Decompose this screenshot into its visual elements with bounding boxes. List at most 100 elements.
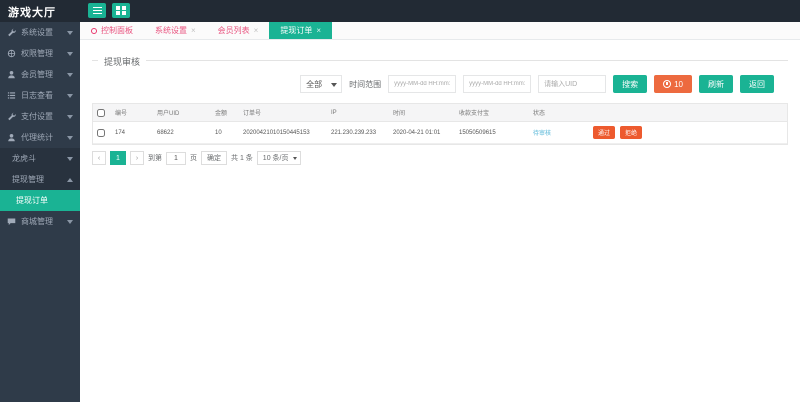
sidebar-item-agent-stats[interactable]: 代理统计 xyxy=(0,127,80,148)
chevron-down-icon xyxy=(293,157,297,160)
sidebar-item-label: 会员管理 xyxy=(21,69,53,80)
tab-label: 会员列表 xyxy=(218,25,250,36)
goto-confirm-button[interactable]: 确定 xyxy=(201,151,227,165)
sidebar-item-members[interactable]: 会员管理 xyxy=(0,64,80,85)
sidebar-item-mall-management[interactable]: 商城管理 xyxy=(0,211,80,232)
sidebar: 系统设置 权限管理 会员管理 日志查看 支付设置 代理统计 龙虎斗 提现管理 提… xyxy=(0,22,80,402)
topbar: 游戏大厅 xyxy=(0,0,800,22)
row-checkbox[interactable] xyxy=(97,129,105,137)
menu-icon xyxy=(93,7,102,15)
reject-button[interactable]: 拒绝 xyxy=(620,126,642,139)
close-icon[interactable] xyxy=(316,27,321,35)
user-icon xyxy=(7,133,17,143)
time-range-label: 时间范围 xyxy=(349,79,381,90)
chevron-down-icon xyxy=(67,73,73,77)
sidebar-item-label: 龙虎斗 xyxy=(12,153,36,164)
col-header-id: 编号 xyxy=(111,104,153,121)
table-header-row: 编号 用户UID 金额 订单号 IP 时间 收款支付宝 状态 xyxy=(93,104,787,122)
sidebar-toggle-button[interactable] xyxy=(88,3,106,18)
filter-bar: 全部 时间范围 搜索 10 刷新 返回 xyxy=(92,75,774,93)
sidebar-item-withdraw-orders[interactable]: 提现订单 xyxy=(0,190,80,211)
chevron-down-icon xyxy=(67,31,73,35)
sidebar-item-longhudou[interactable]: 龙虎斗 xyxy=(0,148,80,169)
refresh-button[interactable]: 刷新 xyxy=(699,75,733,93)
fullscreen-button[interactable] xyxy=(112,3,130,18)
date-from-input[interactable] xyxy=(388,75,456,93)
total-count-label: 共 1 条 xyxy=(231,153,253,163)
sidebar-item-label: 提现管理 xyxy=(12,174,44,185)
chevron-down-icon xyxy=(67,94,73,98)
tab-label: 提现订单 xyxy=(280,25,312,36)
wrench-icon xyxy=(7,112,17,122)
status-select[interactable]: 全部 xyxy=(300,75,342,93)
prev-page-button[interactable] xyxy=(92,151,106,165)
cell-uid: 68622 xyxy=(153,126,211,140)
col-header-ip: IP xyxy=(327,106,389,120)
status-badge: 待审核 xyxy=(529,124,589,141)
user-icon xyxy=(7,70,17,80)
chevron-down-icon xyxy=(67,220,73,224)
tab-system-settings[interactable]: 系统设置 xyxy=(144,22,207,39)
auto-refresh-countdown-button[interactable]: 10 xyxy=(654,75,692,93)
col-header-status: 状态 xyxy=(529,104,589,121)
sidebar-item-label: 支付设置 xyxy=(21,111,53,122)
date-to-input[interactable] xyxy=(463,75,531,93)
approve-button[interactable]: 通过 xyxy=(593,126,615,139)
tab-label: 控制面板 xyxy=(101,25,133,36)
chevron-up-icon xyxy=(67,178,73,182)
app-title: 游戏大厅 xyxy=(8,4,56,20)
cell-ip: 221.230.239.233 xyxy=(327,126,389,140)
chat-icon xyxy=(7,217,17,227)
col-header-amount: 金额 xyxy=(211,104,239,121)
sidebar-item-label: 提现订单 xyxy=(16,195,48,206)
fieldset-divider: 提现审核 xyxy=(92,60,788,61)
tab-withdraw-orders[interactable]: 提现订单 xyxy=(269,22,332,39)
cell-order: 20200421010150445153 xyxy=(239,126,327,140)
cell-time: 2020-04-21 01:01 xyxy=(389,126,455,140)
dashboard-dot-icon xyxy=(91,28,97,34)
tab-member-list[interactable]: 会员列表 xyxy=(207,22,270,39)
col-header-actions xyxy=(589,109,787,117)
chevron-down-icon xyxy=(67,157,73,161)
topbar-buttons xyxy=(88,3,130,18)
search-button[interactable]: 搜索 xyxy=(613,75,647,93)
sidebar-item-label: 代理统计 xyxy=(21,132,53,143)
col-header-time: 时间 xyxy=(389,104,455,121)
select-all-checkbox[interactable] xyxy=(97,109,105,117)
sidebar-item-system-settings[interactable]: 系统设置 xyxy=(0,22,80,43)
page-unit-label: 页 xyxy=(190,153,197,163)
back-button[interactable]: 返回 xyxy=(740,75,774,93)
close-icon[interactable] xyxy=(254,27,259,35)
col-header-order: 订单号 xyxy=(239,104,327,121)
page-size-select[interactable]: 10 条/页 xyxy=(257,151,302,165)
orders-table: 编号 用户UID 金额 订单号 IP 时间 收款支付宝 状态 174 68622… xyxy=(92,103,788,145)
tab-bar: 控制面板 系统设置 会员列表 提现订单 xyxy=(80,22,800,40)
col-header-alipay: 收款支付宝 xyxy=(455,104,529,121)
sidebar-item-logs[interactable]: 日志查看 xyxy=(0,85,80,106)
close-icon[interactable] xyxy=(191,27,196,35)
content-panel: 提现审核 全部 时间范围 搜索 10 刷新 返回 编号 用 xyxy=(80,60,800,165)
chevron-down-icon xyxy=(67,52,73,56)
page-size-value: 10 条/页 xyxy=(263,153,289,163)
sidebar-item-label: 日志查看 xyxy=(21,90,53,101)
next-page-button[interactable] xyxy=(130,151,144,165)
cell-alipay: 15050509615 xyxy=(455,126,529,140)
sidebar-item-label: 权限管理 xyxy=(21,48,53,59)
page-title: 提现审核 xyxy=(98,55,146,68)
sidebar-item-permissions[interactable]: 权限管理 xyxy=(0,43,80,64)
tab-dashboard[interactable]: 控制面板 xyxy=(80,22,144,39)
sidebar-item-withdraw-management[interactable]: 提现管理 xyxy=(0,169,80,190)
goto-page-input[interactable] xyxy=(166,152,186,165)
countdown-value: 10 xyxy=(674,80,683,89)
sidebar-item-label: 系统设置 xyxy=(21,27,53,38)
table-row: 174 68622 10 20200421010150445153 221.23… xyxy=(93,122,787,144)
sidebar-item-payment-settings[interactable]: 支付设置 xyxy=(0,106,80,127)
list-icon xyxy=(7,91,17,101)
uid-search-input[interactable] xyxy=(538,75,606,93)
timer-icon xyxy=(663,80,671,88)
chevron-down-icon xyxy=(67,136,73,140)
sidebar-item-label: 商城管理 xyxy=(21,216,53,227)
status-select-value: 全部 xyxy=(306,79,322,90)
current-page-button[interactable]: 1 xyxy=(110,151,126,165)
cell-amount: 10 xyxy=(211,126,239,140)
